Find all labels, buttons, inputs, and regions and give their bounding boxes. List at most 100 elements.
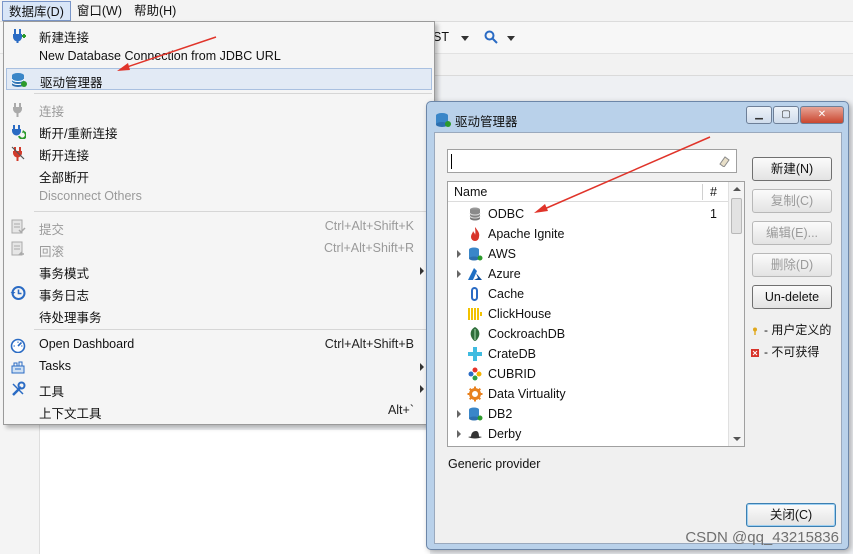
undelete-button[interactable]: Un-delete (752, 285, 832, 309)
list-item[interactable]: Derby (448, 424, 728, 444)
search-icon[interactable] (484, 30, 498, 44)
list-item[interactable]: DB2 (448, 404, 728, 424)
list-scrollbar[interactable] (728, 182, 744, 446)
list-item[interactable]: CockroachDB (448, 324, 728, 344)
driver-search-input[interactable] (447, 149, 737, 173)
list-item[interactable]: Cache (448, 284, 728, 304)
menu-database[interactable]: 数据库(D) (2, 0, 71, 21)
ignite-flame-icon (471, 227, 480, 241)
driver-name: Derby (488, 427, 522, 441)
menu-item-reconnect[interactable]: 断开/重新连接 (6, 120, 432, 142)
close-button[interactable]: 关闭(C) (746, 503, 836, 527)
driver-name: Cache (488, 287, 525, 301)
menu-item-shortcut: Ctrl+Alt+Shift+K (324, 219, 414, 233)
toolbar-dropdown-icon[interactable] (461, 36, 469, 41)
menu-item-disconnect-others[interactable]: Disconnect Others (6, 186, 432, 208)
menu-item-label: 上下文工具 (39, 407, 102, 421)
maximize-button[interactable]: ▢ (773, 106, 799, 124)
submenu-arrow-icon (420, 267, 424, 275)
driver-name: Apache Ignite (488, 227, 565, 241)
main-menubar: 数据库(D) 窗口(W) 帮助(H) (0, 0, 853, 22)
plug-icon (13, 103, 22, 117)
menu-item-connect[interactable]: 连接 (6, 98, 432, 120)
menu-item-label: 驱动管理器 (40, 76, 103, 90)
menu-item-pending-transactions[interactable]: 待处理事务 (6, 304, 432, 326)
driver-count: 1 (710, 207, 717, 221)
menu-item-open-dashboard[interactable]: Open Dashboard Ctrl+Alt+Shift+B (6, 334, 432, 356)
legend-user-defined: - 用户定义的 (751, 321, 831, 338)
legend-label: - 不可获得 (764, 345, 820, 359)
driver-name: Data Virtuality (488, 387, 566, 401)
driver-name: CUBRID (488, 367, 536, 381)
legend-label: - 用户定义的 (764, 323, 832, 337)
dashboard-icon (10, 338, 26, 353)
menu-item-shortcut: Ctrl+Alt+Shift+B (324, 337, 414, 351)
menu-item-label: New Database Connection from JDBC URL (39, 49, 281, 63)
menu-item-driver-manager[interactable]: 驱动管理器 (6, 68, 432, 90)
menu-item-label: Open Dashboard (39, 337, 135, 351)
column-header-count[interactable]: # (710, 185, 717, 199)
expand-arrow-icon[interactable] (457, 430, 461, 438)
menu-item-disconnect-all[interactable]: 全部断开 (6, 164, 432, 186)
new-driver-button[interactable]: 新建(N) (752, 157, 832, 181)
menu-item-label: 提交 (39, 223, 65, 237)
cache-icon (471, 287, 478, 301)
cratedb-icon (468, 347, 482, 361)
menu-item-rollback[interactable]: 回滚 Ctrl+Alt+Shift+R (6, 238, 432, 260)
text-caret (451, 154, 452, 169)
reconnect-icon (12, 125, 26, 139)
legend-unavailable: - 不可获得 (751, 343, 819, 360)
list-header: Name # (448, 182, 728, 202)
driver-manager-dialog: 驱动管理器 ▁ ▢ ✕ Name # ODBC 1 Apache Ignite … (426, 101, 849, 550)
list-item[interactable]: Data Virtuality (448, 384, 728, 404)
menu-item-label: Disconnect Others (39, 189, 142, 203)
provider-description: Generic provider (448, 457, 541, 471)
driver-list: Name # ODBC 1 Apache Ignite AWS Azure Ca… (447, 181, 745, 447)
database-icon (469, 247, 483, 261)
submenu-arrow-icon (420, 385, 424, 393)
database-icon (469, 407, 483, 421)
menu-item-label: 断开连接 (39, 149, 90, 163)
gear-icon (467, 386, 483, 402)
minimize-button[interactable]: ▁ (746, 106, 772, 124)
delete-driver-button[interactable]: 删除(D) (752, 253, 832, 277)
menu-item-tools[interactable]: 工具 (6, 378, 432, 400)
expand-arrow-icon[interactable] (457, 410, 461, 418)
list-item[interactable]: CUBRID (448, 364, 728, 384)
toolbar-fragment-text: ST (433, 30, 449, 44)
menu-item-transaction-log[interactable]: 事务日志 (6, 282, 432, 304)
clickhouse-icon (468, 308, 482, 320)
column-divider (702, 184, 703, 200)
list-item[interactable]: Apache Ignite (448, 224, 728, 244)
editor-area (40, 430, 430, 554)
search-dropdown-icon[interactable] (507, 36, 515, 41)
menu-separator (34, 329, 432, 330)
list-item[interactable]: ODBC 1 (448, 204, 728, 224)
scroll-down-icon[interactable] (733, 437, 741, 441)
scroll-thumb[interactable] (731, 198, 742, 234)
expand-arrow-icon[interactable] (457, 250, 461, 258)
list-item[interactable]: ClickHouse (448, 304, 728, 324)
new-connection-icon (13, 29, 26, 43)
driver-name: AWS (488, 247, 517, 261)
list-item[interactable]: AWS (448, 244, 728, 264)
driver-name: ODBC (488, 207, 525, 221)
menu-item-disconnect[interactable]: 断开连接 (6, 142, 432, 164)
clear-eraser-icon[interactable] (718, 155, 730, 167)
menu-item-tasks[interactable]: Tasks (6, 356, 432, 378)
close-window-button[interactable]: ✕ (800, 106, 844, 124)
menu-help[interactable]: 帮助(H) (128, 1, 182, 21)
menu-item-transaction-mode[interactable]: 事务模式 (6, 260, 432, 282)
list-item[interactable]: Azure (448, 264, 728, 284)
edit-driver-button[interactable]: 编辑(E)... (752, 221, 832, 245)
menu-item-new-connection[interactable]: 新建连接 (6, 24, 432, 46)
scroll-up-icon[interactable] (733, 187, 741, 191)
menu-window[interactable]: 窗口(W) (71, 1, 128, 21)
expand-arrow-icon[interactable] (457, 270, 461, 278)
menu-item-context-tools[interactable]: 上下文工具 Alt+` (6, 400, 432, 422)
menu-item-commit[interactable]: 提交 Ctrl+Alt+Shift+K (6, 216, 432, 238)
list-item[interactable]: CrateDB (448, 344, 728, 364)
copy-driver-button[interactable]: 复制(C) (752, 189, 832, 213)
menu-item-jdbc-url[interactable]: New Database Connection from JDBC URL (6, 46, 432, 68)
column-header-name[interactable]: Name (454, 185, 487, 199)
